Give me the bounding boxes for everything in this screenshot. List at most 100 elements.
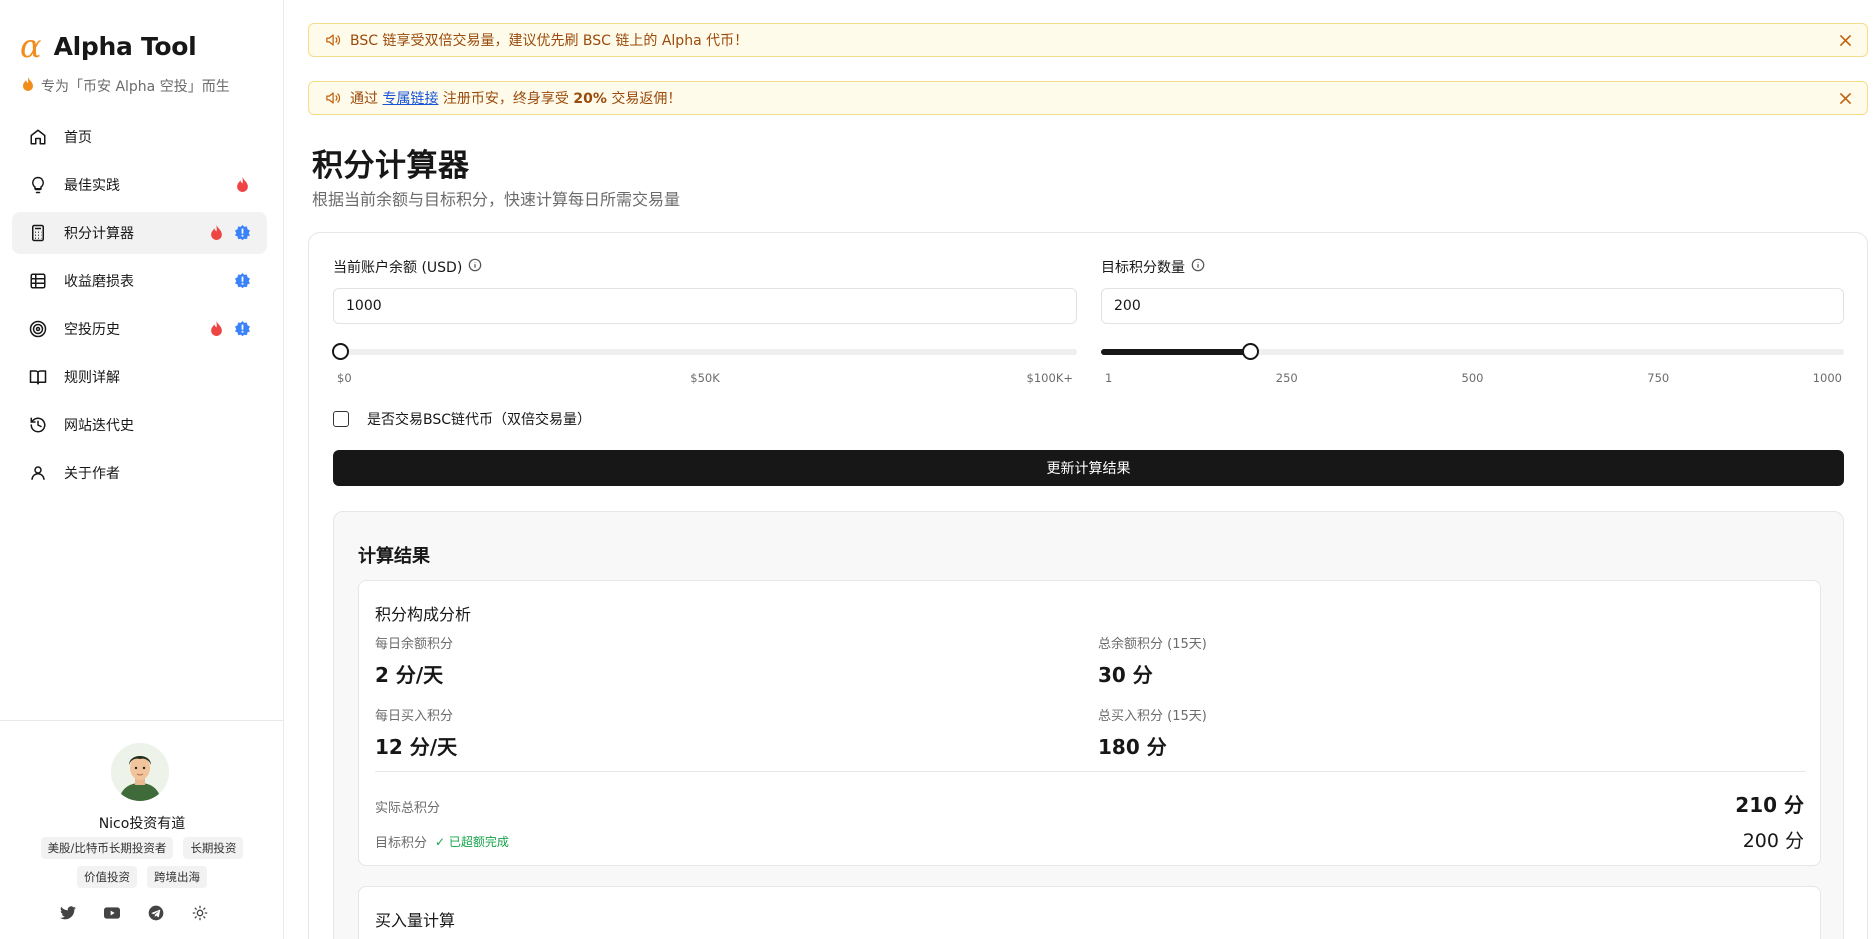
speaker-icon bbox=[325, 91, 340, 105]
author-tag: 价值投资 bbox=[77, 866, 137, 888]
info-icon[interactable] bbox=[468, 258, 482, 276]
tick-label: $50K bbox=[690, 371, 720, 385]
info-icon[interactable] bbox=[1191, 258, 1205, 276]
sidebar-item-label: 收益磨损表 bbox=[64, 274, 134, 290]
brand-title: Alpha Tool bbox=[53, 31, 197, 61]
buy-calc-title: 买入量计算 bbox=[375, 911, 456, 930]
youtube-icon[interactable] bbox=[104, 905, 120, 921]
sidebar-item-airdrop-history[interactable]: 空投历史 bbox=[12, 308, 267, 350]
total-balance-value: 30 分 bbox=[1098, 663, 1153, 687]
results-panel: 计算结果 积分构成分析 每日余额积分 2 分/天 总余额积分 (15天) 30 … bbox=[333, 511, 1844, 939]
sidebar-item-about[interactable]: 关于作者 bbox=[12, 452, 267, 494]
sidebar-item-best-practices[interactable]: 最佳实践 bbox=[12, 164, 267, 206]
daily-balance-value: 2 分/天 bbox=[375, 663, 444, 687]
bsc-notice-banner: BSC 链享受双倍交易量，建议优先刷 BSC 链上的 Alpha 代币！ bbox=[308, 23, 1868, 57]
analysis-title: 积分构成分析 bbox=[375, 605, 472, 624]
balance-input[interactable] bbox=[333, 288, 1077, 324]
brand[interactable]: α Alpha Tool bbox=[20, 27, 197, 65]
author-name: Nico投资有道 bbox=[98, 816, 186, 832]
new-badge-icon bbox=[234, 224, 251, 241]
page-title: 积分计算器 bbox=[312, 148, 470, 184]
telegram-icon[interactable] bbox=[148, 905, 164, 921]
book-icon bbox=[28, 367, 48, 387]
brand-subtitle: 专为「币安 Alpha 空投」而生 bbox=[22, 76, 230, 96]
close-icon[interactable] bbox=[1837, 90, 1853, 106]
sidebar-item-label: 首页 bbox=[64, 130, 92, 146]
author-card: Nico投资有道 美股/比特币长期投资者 长期投资 价值投资 跨境出海 bbox=[0, 720, 284, 939]
hot-icon bbox=[234, 176, 251, 193]
lightbulb-icon bbox=[28, 175, 48, 195]
target-points-label: 目标积分 ✓ 已超额完成 bbox=[375, 835, 509, 851]
hot-icon bbox=[208, 320, 225, 337]
daily-buy-value: 12 分/天 bbox=[375, 735, 458, 759]
daily-balance-label: 每日余额积分 bbox=[375, 637, 454, 652]
sidebar-nav: 首页 最佳实践 积分计算器 收益磨损表 空投历史 规则详解 网站迭代史 关于作者 bbox=[12, 116, 267, 500]
tick-label: 1 bbox=[1105, 371, 1113, 385]
sidebar-item-label: 最佳实践 bbox=[64, 178, 120, 194]
sidebar: α Alpha Tool 专为「币安 Alpha 空投」而生 首页 最佳实践 积… bbox=[0, 0, 284, 939]
sidebar-item-calculator[interactable]: 积分计算器 bbox=[12, 212, 267, 254]
table-icon bbox=[28, 271, 48, 291]
actual-total-label: 实际总积分 bbox=[375, 801, 441, 816]
target-slider-thumb[interactable] bbox=[1241, 343, 1259, 360]
sidebar-item-home[interactable]: 首页 bbox=[12, 116, 267, 158]
target-icon bbox=[28, 319, 48, 339]
avatar[interactable] bbox=[111, 743, 169, 801]
sidebar-item-label: 规则详解 bbox=[64, 370, 120, 386]
status-badge: ✓ 已超额完成 bbox=[435, 835, 509, 849]
target-ticks: 1 250 500 750 1000 bbox=[1101, 371, 1844, 385]
bsc-checkbox[interactable] bbox=[333, 411, 349, 427]
user-icon bbox=[28, 463, 48, 483]
close-icon[interactable] bbox=[1837, 32, 1853, 48]
sidebar-item-changelog[interactable]: 网站迭代史 bbox=[12, 404, 267, 446]
balance-slider[interactable] bbox=[332, 343, 1077, 360]
sidebar-item-rules[interactable]: 规则详解 bbox=[12, 356, 267, 398]
target-slider[interactable] bbox=[1101, 343, 1844, 360]
alpha-logo: α bbox=[20, 27, 42, 65]
tick-label: $0 bbox=[337, 371, 352, 385]
total-buy-label: 总买入积分 (15天) bbox=[1098, 709, 1207, 724]
referral-notice-banner: 通过 专属链接 注册币安，终身享受 20% 交易返佣！ bbox=[308, 81, 1868, 115]
points-analysis-card: 积分构成分析 每日余额积分 2 分/天 总余额积分 (15天) 30 分 每日买… bbox=[358, 580, 1821, 866]
author-tag: 长期投资 bbox=[183, 837, 244, 859]
fire-icon bbox=[22, 77, 34, 95]
page-description: 根据当前余额与目标积分，快速计算每日所需交易量 bbox=[312, 190, 681, 209]
bsc-checkbox-row[interactable]: 是否交易BSC链代币（双倍交易量） bbox=[333, 409, 591, 429]
new-badge-icon bbox=[234, 272, 251, 289]
sidebar-item-label: 积分计算器 bbox=[64, 226, 134, 242]
total-balance-label: 总余额积分 (15天) bbox=[1098, 637, 1207, 652]
calculator-card: 当前账户余额 (USD) $0 $50K $100K+ 目标积分数量 bbox=[308, 232, 1868, 939]
daily-buy-label: 每日买入积分 bbox=[375, 709, 454, 724]
target-input[interactable] bbox=[1101, 288, 1844, 324]
balance-slider-thumb[interactable] bbox=[332, 343, 350, 360]
new-badge-icon bbox=[234, 320, 251, 337]
tick-label: 250 bbox=[1275, 371, 1298, 385]
sidebar-item-label: 网站迭代史 bbox=[64, 418, 134, 434]
hot-icon bbox=[208, 224, 225, 241]
author-tags: 美股/比特币长期投资者 长期投资 价值投资 跨境出海 bbox=[0, 837, 284, 888]
results-title: 计算结果 bbox=[358, 546, 430, 567]
target-slider-fill bbox=[1101, 349, 1250, 355]
author-tag: 跨境出海 bbox=[147, 866, 207, 888]
calculator-icon bbox=[28, 223, 48, 243]
theme-toggle-icon[interactable] bbox=[192, 905, 208, 921]
balance-label: 当前账户余额 (USD) bbox=[333, 257, 482, 277]
main-content: BSC 链享受双倍交易量，建议优先刷 BSC 链上的 Alpha 代币！ 通过 … bbox=[284, 0, 1876, 939]
sidebar-item-label: 空投历史 bbox=[64, 322, 120, 338]
sidebar-item-profit-table[interactable]: 收益磨损表 bbox=[12, 260, 267, 302]
twitter-icon[interactable] bbox=[60, 905, 76, 921]
target-label: 目标积分数量 bbox=[1101, 257, 1205, 277]
update-results-button[interactable]: 更新计算结果 bbox=[333, 450, 1844, 486]
home-icon bbox=[28, 127, 48, 147]
bsc-checkbox-label: 是否交易BSC链代币（双倍交易量） bbox=[367, 412, 592, 428]
actual-total-value: 210 分 bbox=[1735, 793, 1804, 817]
speaker-icon bbox=[325, 33, 340, 47]
referral-link[interactable]: 专属链接 bbox=[382, 91, 438, 107]
divider bbox=[375, 771, 1806, 772]
tick-label: 500 bbox=[1461, 371, 1484, 385]
tick-label: 750 bbox=[1647, 371, 1670, 385]
tick-label: $100K+ bbox=[1026, 371, 1073, 385]
author-tag: 美股/比特币长期投资者 bbox=[40, 837, 174, 859]
sidebar-item-label: 关于作者 bbox=[64, 466, 120, 482]
target-points-value: 200 分 bbox=[1742, 830, 1804, 852]
